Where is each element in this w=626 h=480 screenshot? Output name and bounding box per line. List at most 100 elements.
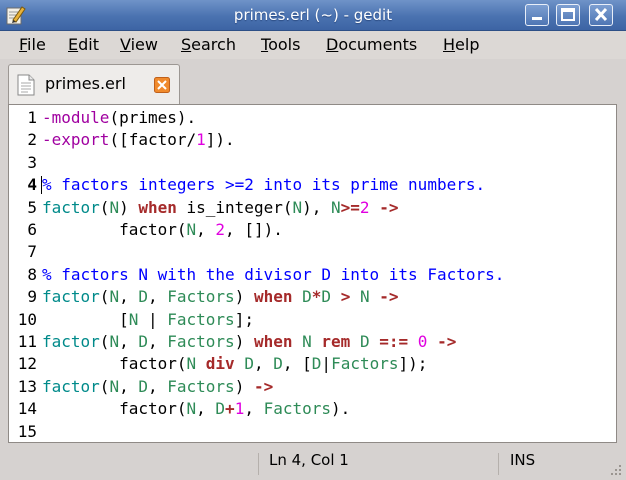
code-token-plain: , [196,399,216,419]
close-window-button[interactable] [589,4,613,26]
code-token-kw: > [340,287,351,307]
code-text: factor(N) when is_integer(N), N>=2 -> [42,197,398,219]
code-token-plain: , [ [282,354,312,374]
code-token-plain: ) [234,376,254,396]
code-line[interactable]: 12 factor(N div D, D, [D|Factors]); [9,353,616,375]
code-line[interactable]: 4% factors integers >=2 into its prime n… [9,174,616,196]
code-line[interactable]: 3 [9,152,616,174]
code-token-plain: , [253,354,274,374]
code-token-plain: [ [42,309,129,329]
code-token-plain: ( [99,197,110,217]
code-text: factor(N, D+1, Factors). [42,398,350,420]
code-token-var: N [359,287,370,307]
code-token-func: factor [42,332,100,351]
code-line[interactable]: 10 [N | Factors]; [9,309,616,331]
tab-close-icon[interactable] [154,77,170,93]
code-line[interactable]: 5 factor(N) when is_integer(N), N>=2 -> [9,197,616,219]
code-token-plain: , [119,287,139,307]
code-token-var: N [186,220,197,239]
code-token-var: N [128,309,139,329]
code-text: % factors integers >=2 into its prime nu… [42,174,485,196]
code-token-plain: factor( [42,220,187,239]
code-token-cmt: % factors integers >=2 into its prime nu… [42,175,486,195]
code-line[interactable]: 7 [9,241,616,263]
code-token-plain: ) [119,197,139,217]
code-text: factor(N, D, Factors) when D*D > N -> [42,286,399,308]
menu-search-mnemonic: S [181,35,192,54]
code-text: factor(N, D, Factors) when N rem D =:= 0… [42,331,456,353]
code-token-plain: ( [99,376,110,396]
code-line[interactable]: 13 factor(N, D, Factors) -> [9,376,616,398]
code-line[interactable]: 2 -export([factor/1]). [9,129,616,151]
code-token-kw: >= [340,197,360,217]
title-bar[interactable]: primes.erl (~) - gedit [0,0,626,31]
code-line[interactable]: 14 factor(N, D+1, Factors). [9,398,616,420]
line-number: 7 [27,242,37,262]
menu-help-mnemonic: H [443,35,456,54]
tab-primes-erl[interactable]: primes.erl [8,64,180,104]
code-token-plain: factor( [42,399,187,419]
code-line[interactable]: 6 factor(N, 2, []). [9,219,616,241]
code-token-var: N [109,376,120,396]
code-token-var: N [109,197,120,217]
code-token-var: Factors [167,376,235,396]
resize-grip-icon[interactable] [608,462,622,476]
text-editor[interactable]: 1 -module(primes). 2 -export([factor/1]). 3 4… [8,104,617,443]
line-number: 8 [27,264,37,284]
code-token-var: Factors [167,309,235,329]
code-line[interactable]: 9 factor(N, D, Factors) when D*D > N -> [9,286,616,308]
code-token-kw: -> [437,332,457,351]
code-token-plain: factor( [42,354,187,374]
code-line[interactable]: 15 [9,421,616,443]
code-token-attr: -module [42,108,110,127]
menu-search[interactable]: Search [181,31,236,59]
code-token-func: factor [42,197,100,217]
menu-file[interactable]: File [19,31,46,59]
code-token-var: D [321,287,332,307]
code-token-plain: ]); [398,354,428,374]
code-token-kw: -> [253,376,274,396]
code-token-kw: when [138,197,177,217]
minimize-button[interactable] [525,4,549,26]
code-token-var: N [331,197,341,217]
line-number: 15 [17,421,37,441]
code-token-num: 1 [196,130,206,150]
code-token-var: D [138,376,148,396]
close-icon [594,7,608,22]
code-token-plain: ) [234,287,254,307]
code-token-var: D [138,287,148,307]
code-token-kw: -> [379,287,399,307]
code-line[interactable]: 11 factor(N, D, Factors) when N rem D =:=… [9,331,616,353]
code-token-plain: , [147,376,168,396]
menu-tools[interactable]: Tools [261,31,300,59]
maximize-button[interactable] [556,4,580,26]
menu-bar: File Edit View Search Tools Documents He… [0,31,626,59]
code-token-var: D [138,332,148,351]
code-line[interactable]: 8% factors N with the divisor D into its… [9,264,616,286]
code-token-plain: , [147,287,168,307]
menu-help[interactable]: Help [443,31,479,59]
cursor-position: Ln 4, Col 1 [269,451,349,469]
menu-view[interactable]: View [120,31,158,59]
code-text: factor(N, 2, []). [42,219,283,241]
line-number: 9 [27,287,37,307]
code-token-plain: | [138,309,168,329]
status-bar: Ln 4, Col 1 INS [0,448,626,480]
line-number: 11 [17,332,37,351]
menu-edit[interactable]: Edit [68,31,99,59]
code-token-kw: + [225,399,235,419]
code-token-plain: ( [99,332,110,351]
code-text: -module(primes). [42,107,196,129]
menu-documents[interactable]: Documents [326,31,417,59]
text-file-icon [17,74,35,96]
code-token-plain: is_integer( [176,197,293,217]
code-token-plain: ). [331,399,351,419]
code-line[interactable]: 1 -module(primes). [9,107,616,129]
line-number: 2 [27,130,37,150]
line-number: 12 [17,354,37,374]
code-text: % factors N with the divisor D into its … [42,264,504,286]
